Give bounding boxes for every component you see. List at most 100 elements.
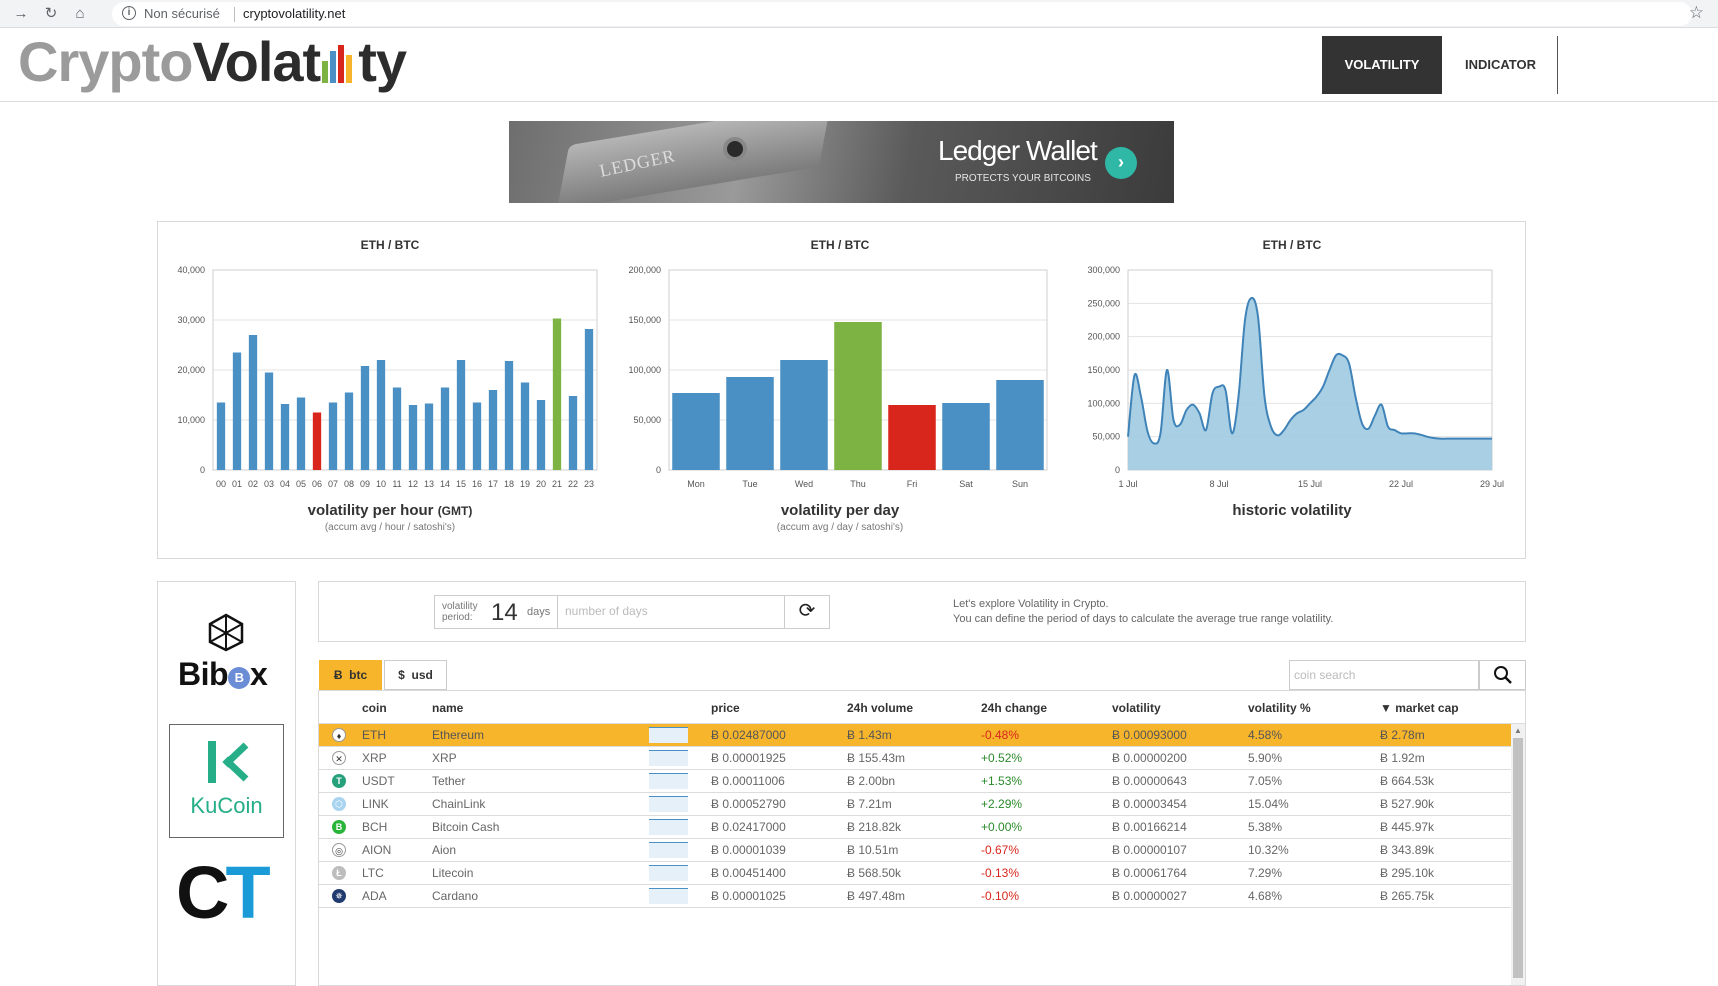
coin-volume: Ƀ 218.82k [847, 820, 902, 834]
coin-symbol: XRP [362, 751, 387, 765]
coin-change: -0.13% [981, 866, 1020, 880]
nav-volatility[interactable]: VOLATILITY [1322, 36, 1442, 94]
coin-symbol: USDT [362, 774, 395, 788]
coin-volatility: Ƀ 0.00093000 [1112, 728, 1187, 742]
explore-text: Let's explore Volatility in Crypto. You … [953, 597, 1333, 627]
back-arrow-icon[interactable]: → [10, 3, 32, 25]
coin-name: Ethereum [432, 728, 485, 742]
site-logo[interactable]: CryptoVolat ty [18, 32, 407, 92]
coin-market-cap: Ƀ 527.90k [1380, 797, 1435, 811]
x-tick-label: 14 [440, 479, 450, 489]
x-tick-label: 29 Jul [1480, 479, 1504, 489]
coin-change: +1.53% [981, 774, 1023, 788]
bibox-cube-icon [208, 613, 244, 652]
address-bar[interactable]: i Non sécurisé cryptovolatility.net [112, 2, 1692, 26]
col-volatility-pct[interactable]: volatility % [1248, 701, 1311, 715]
bar [520, 382, 530, 470]
kucoin-logo-text: KuCoin [190, 793, 263, 818]
y-tick-label: 100,000 [1087, 398, 1120, 408]
link-coin-icon: ⬡ [332, 797, 346, 811]
col-volume[interactable]: 24h volume [847, 701, 913, 715]
reload-icon[interactable]: ↻ [40, 3, 62, 25]
ledger-banner-ad[interactable]: LEDGER Ledger Wallet PROTECTS YOUR BITCO… [509, 121, 1174, 203]
kucoin-sponsor[interactable]: KuCoin [169, 724, 284, 838]
y-tick-label: 10,000 [177, 415, 205, 425]
coin-change: +0.00% [981, 820, 1023, 834]
table-row[interactable]: ✵ ADA Cardano Ƀ 0.00001025 Ƀ 497.48m -0.10% Ƀ … [319, 885, 1511, 908]
coin-name: Aion [432, 843, 457, 857]
coin-change: -0.10% [981, 889, 1020, 903]
scrollbar-thumb[interactable] [1513, 738, 1523, 978]
ct-sponsor[interactable]: CT [176, 856, 271, 930]
bar [248, 335, 258, 470]
bar [888, 405, 936, 470]
table-row[interactable]: ♦ ETH Ethereum Ƀ 0.02487000 Ƀ 1.43m -0.48% Ƀ 0… [319, 724, 1511, 747]
bar [296, 397, 306, 470]
chart-title: ETH / BTC [360, 238, 420, 252]
x-tick-label: Wed [795, 479, 813, 489]
table-row[interactable]: ⬡ LINK ChainLink Ƀ 0.00052790 Ƀ 7.21m +2.29% Ƀ… [319, 793, 1511, 816]
scroll-up-icon[interactable]: ▲ [1514, 726, 1522, 735]
table-row[interactable]: Ł LTC Litecoin Ƀ 0.00451400 Ƀ 568.50k -0.13% Ƀ… [319, 862, 1511, 885]
aion-coin-icon: ◎ [332, 843, 346, 857]
bar [834, 322, 882, 470]
bitcoin-icon: Ƀ [333, 668, 343, 682]
col-volatility[interactable]: volatility [1112, 701, 1161, 715]
x-tick-label: 8 Jul [1209, 479, 1228, 489]
ada-coin-icon: ✵ [332, 889, 346, 903]
table-scrollbar[interactable]: ▲ [1511, 724, 1525, 985]
coin-symbol: ADA [362, 889, 387, 903]
chart-title: ETH / BTC [1262, 238, 1322, 252]
table-row[interactable]: B BCH Bitcoin Cash Ƀ 0.02417000 Ƀ 218.82k +0.… [319, 816, 1511, 839]
nav-indicator[interactable]: INDICATOR [1444, 36, 1558, 94]
bar [216, 402, 226, 470]
sparkline [649, 888, 688, 904]
explore-line-2: You can define the period of days to cal… [953, 613, 1334, 625]
table-row[interactable]: ✕ XRP XRP Ƀ 0.00001925 Ƀ 155.43m +0.52% Ƀ 0.00… [319, 747, 1511, 770]
x-tick-label: 18 [504, 479, 514, 489]
table-row[interactable]: ◎ AION Aion Ƀ 0.00001039 Ƀ 10.51m -0.67% Ƀ 0.0… [319, 839, 1511, 862]
sparkline [649, 796, 688, 812]
bar [780, 360, 828, 470]
coin-search-input[interactable]: coin search [1289, 660, 1479, 690]
refresh-button[interactable]: ⟳ [784, 595, 830, 629]
bookmark-star-icon[interactable]: ☆ [1689, 3, 1704, 23]
eth-coin-icon: ♦ [332, 728, 346, 742]
bar [312, 412, 322, 470]
sparkline [649, 819, 688, 835]
coin-volatility: Ƀ 0.00000107 [1112, 843, 1187, 857]
col-market-cap[interactable]: ▼ market cap [1380, 701, 1459, 715]
col-name[interactable]: name [432, 701, 463, 715]
search-button[interactable] [1479, 660, 1526, 690]
chart-subcaption: (accum avg / day / satoshi's) [776, 522, 904, 533]
x-tick-label: 02 [248, 479, 258, 489]
y-tick-label: 150,000 [628, 315, 661, 325]
table-row[interactable]: T USDT Tether Ƀ 0.00011006 Ƀ 2.00bn +1.53% Ƀ 0… [319, 770, 1511, 793]
coin-volatility: Ƀ 0.00003454 [1112, 797, 1187, 811]
bar [472, 402, 482, 470]
y-tick-label: 0 [200, 465, 205, 475]
info-icon[interactable]: i [122, 6, 136, 20]
coin-market-cap: Ƀ 445.97k [1380, 820, 1435, 834]
y-tick-label: 250,000 [1087, 298, 1120, 308]
x-tick-label: 03 [264, 479, 274, 489]
number-of-days-input[interactable]: number of days [557, 595, 786, 629]
sparkline [649, 773, 688, 789]
home-icon[interactable]: ⌂ [69, 3, 91, 25]
y-tick-label: 20,000 [177, 365, 205, 375]
x-tick-label: 12 [408, 479, 418, 489]
tab-btc[interactable]: Ƀ btc [319, 660, 382, 690]
col-coin[interactable]: coin [362, 701, 387, 715]
chart-caption: volatility per hour (GMT) [158, 502, 622, 519]
url-text[interactable]: cryptovolatility.net [243, 6, 345, 21]
coin-market-cap: Ƀ 265.75k [1380, 889, 1435, 903]
sparkline [649, 842, 688, 858]
xrp-coin-icon: ✕ [332, 751, 346, 765]
coin-volume: Ƀ 155.43m [847, 751, 906, 765]
x-tick-label: 23 [584, 479, 594, 489]
coin-name: XRP [432, 751, 457, 765]
chevron-right-icon[interactable]: › [1105, 147, 1137, 179]
col-price[interactable]: price [711, 701, 740, 715]
col-change[interactable]: 24h change [981, 701, 1047, 715]
tab-usd[interactable]: $ usd [384, 660, 447, 690]
